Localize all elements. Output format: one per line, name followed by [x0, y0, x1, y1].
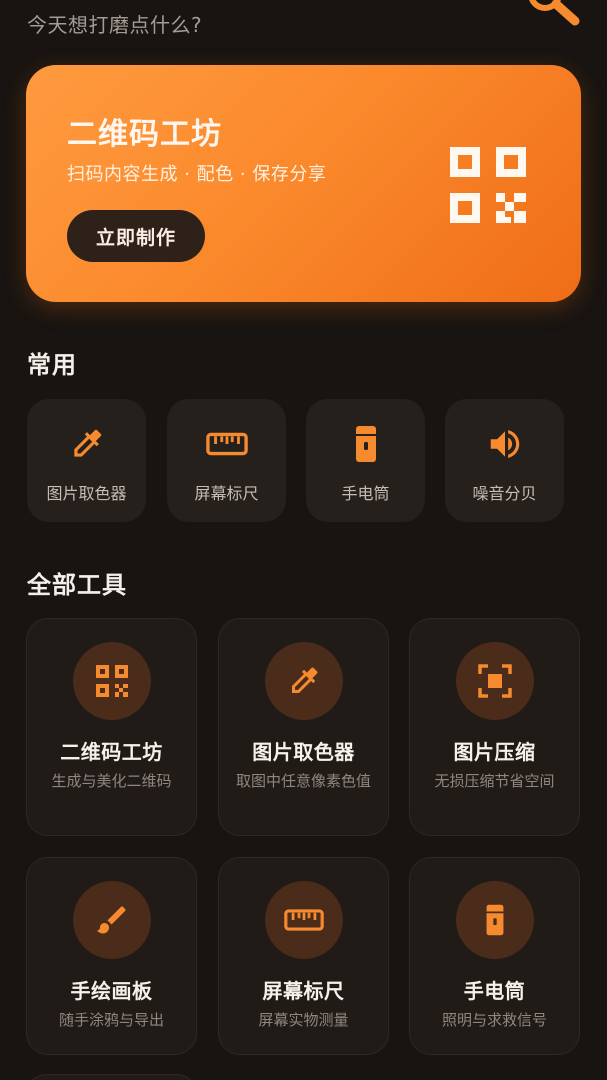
- tool-card-description: 照明与求救信号: [441, 1011, 547, 1029]
- hero-banner-qr-studio[interactable]: 二维码工坊 扫码内容生成 · 配色 · 保存分享 立即制作: [26, 65, 581, 302]
- tool-card-title: 图片压缩: [453, 740, 536, 764]
- hero-description: 扫码内容生成 · 配色 · 保存分享: [67, 164, 327, 185]
- tool-card-description: 无损压缩节省空间: [434, 772, 555, 790]
- tool-card-flashlight[interactable]: 手电筒 照明与求救信号: [409, 857, 580, 1055]
- tool-card-title: 手绘画板: [70, 979, 153, 1003]
- section-title-all-tools: 全部工具: [27, 571, 127, 599]
- start-create-button[interactable]: 立即制作: [67, 210, 205, 262]
- qr-code-icon: [95, 665, 128, 697]
- ruler-icon: [205, 432, 248, 456]
- search-icon: [529, 0, 580, 26]
- speaker-icon: [490, 430, 519, 458]
- quick-item-color-picker[interactable]: 图片取色器: [27, 399, 146, 522]
- tool-card-color-picker[interactable]: 图片取色器 取图中任意像素色值: [218, 618, 389, 836]
- quick-item-label: 图片取色器: [46, 484, 127, 503]
- page-subtitle: 今天想打磨点什么?: [27, 13, 203, 37]
- tool-card-title: 二维码工坊: [60, 740, 163, 764]
- tool-card-title: 屏幕标尺: [262, 979, 345, 1003]
- eyedropper-icon: [291, 667, 317, 693]
- compress-icon: [477, 664, 512, 698]
- quick-item-screen-ruler[interactable]: 屏幕标尺: [167, 399, 286, 522]
- tool-card-screen-ruler[interactable]: 屏幕标尺 屏幕实物测量: [218, 857, 389, 1055]
- tool-card-partial[interactable]: [26, 1074, 197, 1080]
- quick-item-label: 屏幕标尺: [194, 484, 259, 503]
- flashlight-icon: [486, 904, 503, 936]
- brush-icon: [96, 906, 126, 934]
- hero-title: 二维码工坊: [67, 117, 222, 152]
- tool-card-title: 手电筒: [463, 979, 526, 1003]
- quick-item-label: 噪音分贝: [472, 484, 537, 503]
- tool-card-drawing-board[interactable]: 手绘画板 随手涂鸦与导出: [26, 857, 197, 1055]
- qr-code-icon: [450, 147, 526, 223]
- quick-item-flashlight[interactable]: 手电筒: [306, 399, 425, 522]
- tool-card-image-compress[interactable]: 图片压缩 无损压缩节省空间: [409, 618, 580, 836]
- quick-item-label: 手电筒: [341, 484, 390, 503]
- tool-card-description: 随手涂鸦与导出: [58, 1011, 164, 1029]
- tool-card-qr-studio[interactable]: 二维码工坊 生成与美化二维码: [26, 618, 197, 836]
- ruler-icon: [283, 909, 324, 931]
- tool-card-description: 生成与美化二维码: [51, 772, 172, 790]
- section-title-common: 常用: [27, 351, 77, 379]
- eyedropper-icon: [73, 429, 101, 457]
- tool-card-title: 图片取色器: [252, 740, 355, 764]
- search-button[interactable]: [527, 0, 583, 28]
- tool-card-description: 屏幕实物测量: [258, 1011, 349, 1029]
- quick-item-noise-meter[interactable]: 噪音分贝: [445, 399, 564, 522]
- tool-card-description: 取图中任意像素色值: [235, 772, 371, 790]
- flashlight-icon: [355, 426, 376, 462]
